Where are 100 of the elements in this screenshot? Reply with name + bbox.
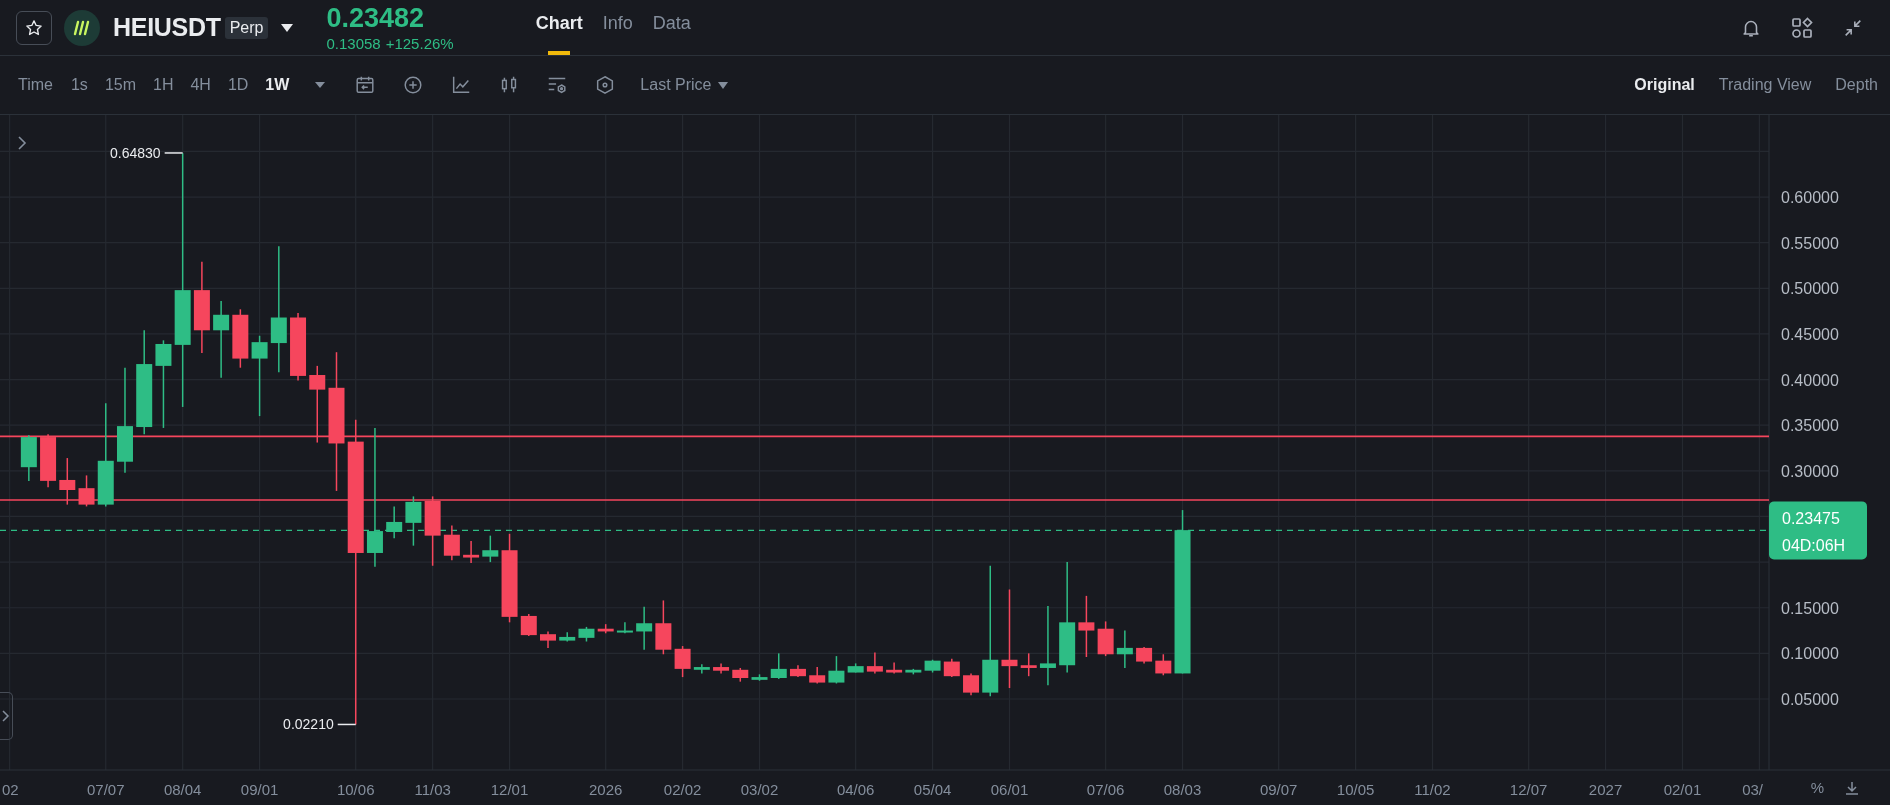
candlestick	[520, 613, 537, 637]
price-axis-label: 0.05000	[1781, 691, 1839, 708]
interval-option[interactable]: 15m	[104, 76, 136, 94]
date-axis-label: 10/06	[336, 781, 375, 798]
date-axis-label: 2026	[589, 781, 623, 798]
candlestick	[78, 474, 95, 508]
price-type-dropdown[interactable]: Last Price	[640, 76, 728, 94]
chart-view-tab[interactable]: Depth	[1835, 76, 1878, 94]
candlestick	[40, 433, 57, 488]
candlestick	[20, 434, 37, 482]
current-price-label: 0.23475	[1782, 510, 1840, 528]
last-price: 0.23482	[326, 3, 426, 32]
candlestick	[616, 621, 633, 635]
date-axis-label: 03/	[1742, 781, 1763, 798]
candlestick	[1097, 620, 1114, 657]
view-tab[interactable]: Info	[602, 0, 633, 55]
date-axis-label: 2027	[1588, 781, 1623, 798]
candlestick	[424, 495, 441, 567]
price-change-percent: +125.26%	[385, 34, 454, 52]
date-axis-label: 09/07	[1259, 781, 1298, 798]
horizontal-line[interactable]	[0, 435, 1770, 438]
candlestick	[674, 645, 691, 678]
candlestick	[732, 667, 749, 683]
candlestick	[636, 606, 653, 651]
interval-option[interactable]: 1H	[153, 76, 174, 94]
price-axis-label: 0.60000	[1781, 189, 1839, 207]
interval-option[interactable]: 4H	[190, 76, 211, 94]
chart-view-tab[interactable]: Original	[1634, 76, 1695, 94]
price-axis-label: 0.35000	[1781, 417, 1839, 435]
price-axis-label: 0.50000	[1781, 280, 1839, 298]
candlestick	[809, 666, 826, 685]
candlestick	[443, 524, 460, 562]
time-label: Time	[18, 76, 53, 94]
candlestick	[693, 663, 710, 675]
candlestick	[943, 658, 960, 678]
chevron-right-icon	[2, 710, 10, 722]
percent-toggle[interactable]: %	[1810, 779, 1824, 796]
date-axis-label: 07/06	[1086, 781, 1125, 798]
candlestick	[886, 661, 903, 675]
candlestick	[713, 662, 730, 675]
leader-line	[336, 723, 357, 726]
side-panel-toggle[interactable]	[0, 692, 13, 740]
date-axis-label: 03/02	[740, 781, 779, 798]
calendar-icon[interactable]	[354, 74, 377, 96]
candlestick	[751, 673, 768, 682]
date-axis-label: 12/07	[1509, 781, 1548, 798]
date-axis-label: 05/04	[913, 781, 952, 798]
price-extreme-label: 0.02210	[283, 716, 334, 733]
caret-icon	[717, 81, 728, 89]
symbol-name: HEIUSDT	[113, 13, 221, 42]
interval-option[interactable]: 1W	[265, 76, 290, 94]
candlestick	[578, 626, 595, 643]
price-axis-label: 0.15000	[1781, 599, 1839, 617]
date-axis-label: 12/01	[490, 781, 529, 798]
chart-view-tab[interactable]: Trading View	[1718, 76, 1812, 94]
coin-logo-icon	[64, 9, 100, 46]
candlestick	[828, 655, 845, 685]
favorite-button[interactable]	[16, 10, 52, 45]
candle-countdown: 04D:06H	[1782, 537, 1846, 555]
candlestick	[463, 540, 480, 564]
chevron-right-icon[interactable]	[16, 135, 28, 151]
download-icon[interactable]	[1844, 779, 1860, 796]
candlestick	[789, 664, 806, 678]
candlestick	[1155, 653, 1172, 676]
candlestick	[386, 505, 403, 540]
date-axis-label: 11/03	[414, 781, 451, 798]
candlestick	[1116, 629, 1133, 669]
candlestick	[59, 457, 76, 506]
candlestick	[232, 308, 249, 369]
candlestick	[290, 312, 307, 382]
date-axis-label: 11/02	[1414, 781, 1451, 798]
candlestick	[963, 672, 980, 697]
price-axis-label: 0.45000	[1781, 325, 1839, 343]
price-change: 0.13058	[326, 34, 381, 52]
contract-type-badge: Perp	[224, 16, 269, 39]
date-axis-label: 08/04	[163, 781, 202, 798]
candlestick	[482, 534, 499, 563]
price-extreme-label: 0.64830	[110, 144, 161, 161]
date-axis-label: 10/05	[1336, 781, 1375, 798]
view-tab[interactable]: Data	[652, 0, 691, 55]
caret-icon[interactable]	[280, 22, 295, 33]
candlestick	[847, 662, 864, 674]
candlestick	[905, 668, 922, 676]
date-axis-label: 06/01	[990, 781, 1029, 798]
candlestick	[770, 652, 787, 680]
date-axis-label: 02/01	[1663, 781, 1702, 798]
candlestick	[540, 630, 556, 649]
date-axis-label: 08/03	[1163, 781, 1202, 798]
candlestick	[655, 599, 672, 656]
star-icon	[25, 18, 43, 37]
candlestick	[597, 623, 614, 635]
candlestick	[1020, 652, 1037, 677]
candlestick	[559, 631, 576, 643]
interval-option[interactable]: 1s	[70, 76, 88, 94]
candlestick	[1078, 595, 1095, 658]
price-axis-label: 0.55000	[1781, 234, 1839, 252]
date-axis-label: 02	[2, 781, 19, 798]
apps-icon[interactable]	[1790, 15, 1814, 40]
leader-line	[163, 152, 184, 154]
interval-option[interactable]: 1D	[227, 76, 249, 94]
